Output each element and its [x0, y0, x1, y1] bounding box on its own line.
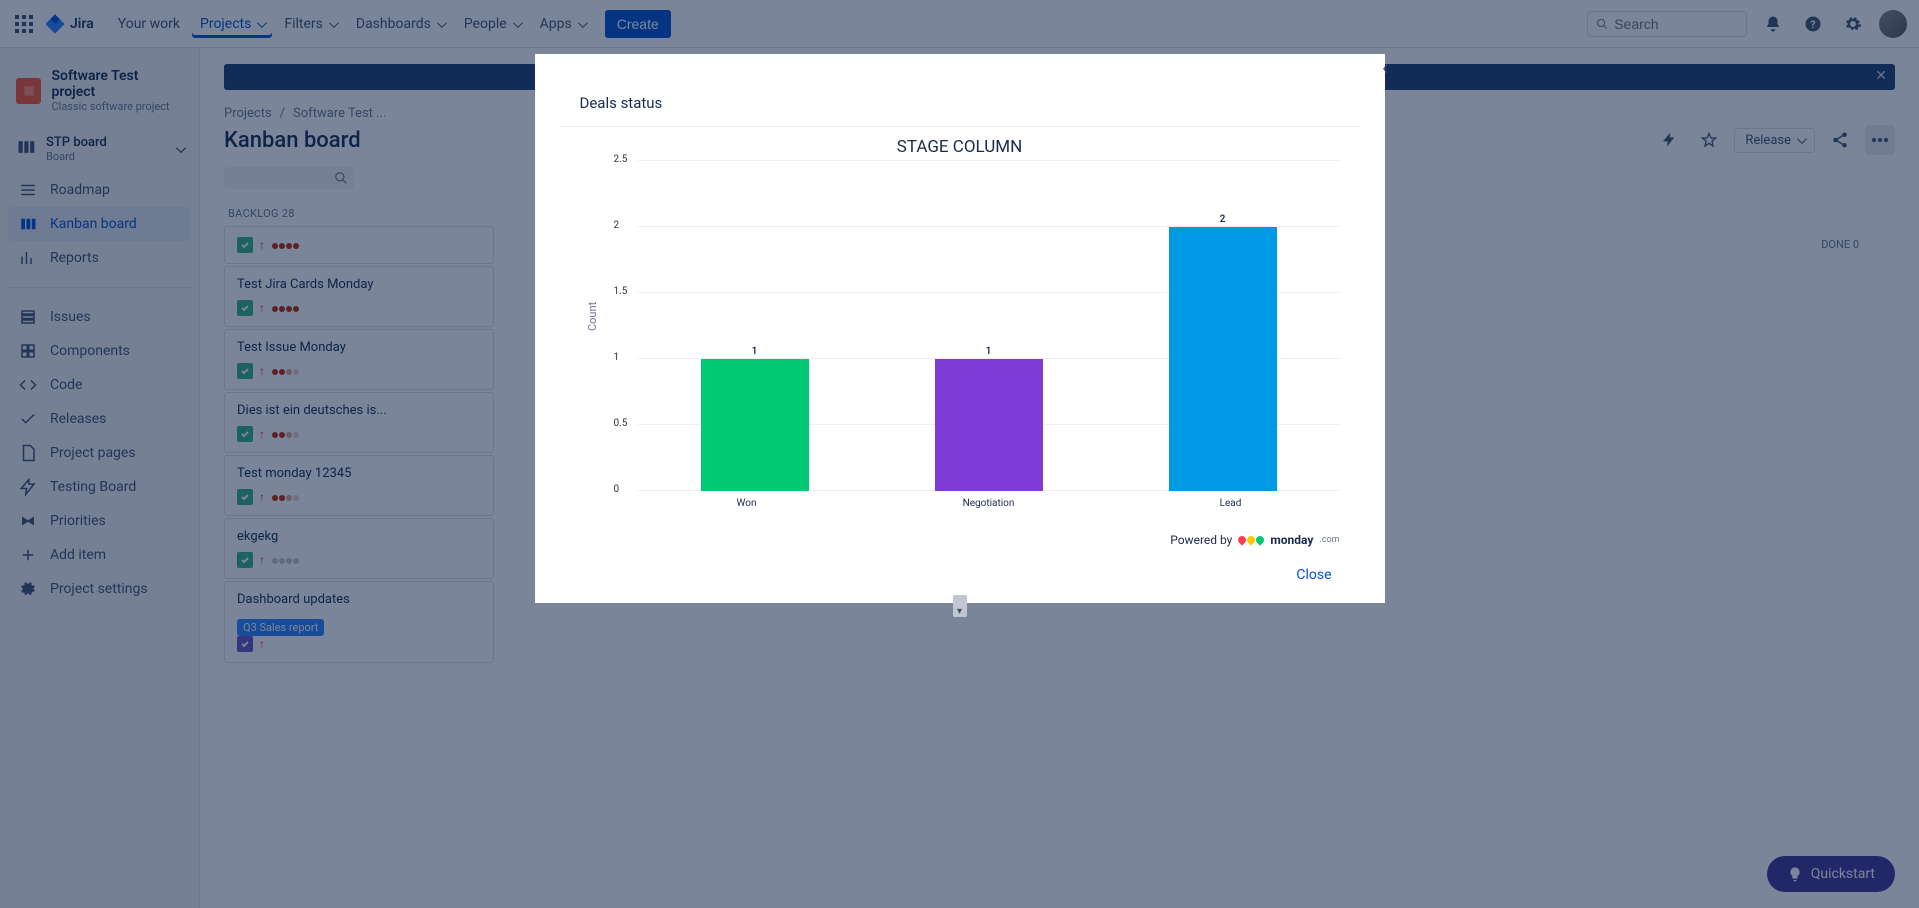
- powered-by: Powered by monday.com: [560, 521, 1360, 547]
- bar-rect: [1169, 227, 1277, 491]
- scroll-hint-icon: ▾: [953, 595, 967, 617]
- bar-rect: [701, 359, 809, 491]
- modal-outer: ‹ Deals status STAGE COLUMN Count 00.511…: [535, 54, 1385, 603]
- bar-rect: [935, 359, 1043, 491]
- y-tick-label: 0: [614, 484, 620, 495]
- chart-box: Count 00.511.522.5 112 WonNegotiationLea…: [614, 161, 1340, 521]
- modal-overlay[interactable]: ‹ Deals status STAGE COLUMN Count 0 0.5 1 1…: [0, 0, 1919, 908]
- x-tick-label: Won: [737, 498, 757, 509]
- x-tick-label: Lead: [1220, 498, 1242, 509]
- y-tick-label: 2.5: [614, 154, 628, 165]
- bar-value-label: 2: [1220, 214, 1226, 225]
- modal-close-button[interactable]: Close: [1296, 567, 1331, 583]
- modal-title: Deals status: [560, 80, 1360, 127]
- bar-negotiation: 1: [873, 346, 1105, 491]
- modal-close-icon[interactable]: ‹: [1382, 56, 1389, 81]
- y-tick-label: 0.5: [614, 418, 628, 429]
- bar-won: 1: [639, 346, 871, 491]
- y-tick-label: 1.5: [614, 286, 628, 297]
- chart-ylabel: Count: [586, 302, 599, 331]
- chart-area: STAGE COLUMN Count 0 0.5 1 1.5 2 2.5 1 1 2 Won N…: [560, 127, 1360, 521]
- monday-logo-icon: [1238, 536, 1264, 544]
- y-tick-label: 1: [614, 352, 620, 363]
- bar-value-label: 1: [986, 346, 992, 357]
- modal-dialog: Deals status STAGE COLUMN Count 0 0.5 1 1.5…: [560, 80, 1360, 603]
- chart-title: STAGE COLUMN: [580, 137, 1340, 157]
- y-tick-label: 2: [614, 220, 620, 231]
- x-tick-label: Negotiation: [963, 498, 1015, 509]
- bar-value-label: 1: [752, 346, 758, 357]
- bar-lead: 2: [1107, 214, 1339, 491]
